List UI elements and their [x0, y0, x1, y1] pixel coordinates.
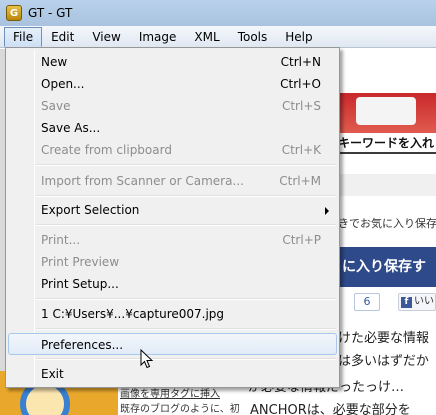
mouse-cursor-icon — [140, 349, 154, 369]
menu-separator — [36, 164, 336, 166]
menu-view[interactable]: View — [83, 27, 129, 47]
blue-heading: に入り保存す — [338, 247, 436, 287]
menu-item-label: Print Setup... — [41, 277, 119, 291]
menu-item-save-as[interactable]: Save As... — [8, 117, 337, 139]
menu-item-label: Print... — [41, 233, 81, 247]
menu-item-shortcut: Ctrl+P — [282, 233, 321, 247]
menu-item-export-selection[interactable]: Export Selection — [8, 199, 337, 221]
body-text-line: ANCHORは、必要な部分を — [250, 403, 411, 415]
menu-image[interactable]: Image — [130, 27, 186, 47]
menu-item-open[interactable]: Open... Ctrl+O — [8, 73, 337, 95]
banner-image — [338, 93, 436, 133]
divider — [338, 152, 436, 154]
menu-item-label: Save — [41, 99, 71, 113]
menu-item-label: New — [41, 55, 68, 69]
facebook-like-label: いい — [414, 296, 434, 307]
menu-item-label: Open... — [41, 77, 85, 91]
window-title: GT - GT — [28, 6, 73, 20]
body-text-line: は多いはずだか — [338, 354, 429, 369]
menu-item-shortcut: Ctrl+S — [281, 99, 321, 113]
menu-item-label: Exit — [41, 367, 64, 381]
camera-image — [356, 97, 416, 125]
menu-item-import-scanner: Import from Scanner or Camera... Ctrl+M — [8, 170, 337, 192]
menu-tools[interactable]: Tools — [229, 27, 277, 47]
menu-item-label: 1 C:¥Users¥...¥capture007.jpg — [41, 307, 225, 321]
menu-separator — [36, 328, 336, 330]
menu-item-label: Print Preview — [41, 255, 120, 269]
menu-edit[interactable]: Edit — [42, 27, 83, 47]
menu-item-save: Save Ctrl+S — [8, 95, 337, 117]
body-text-line: けた必要な情報 — [338, 331, 430, 346]
menu-separator — [36, 224, 336, 226]
menu-item-label: Export Selection — [41, 203, 140, 217]
menu-item-shortcut: Ctrl+N — [280, 55, 321, 69]
menu-separator — [36, 298, 336, 300]
menu-item-print-setup[interactable]: Print Setup... — [8, 273, 337, 295]
menu-item-new[interactable]: New Ctrl+N — [8, 51, 337, 73]
menu-item-shortcut: Ctrl+M — [279, 174, 321, 188]
share-count: 6 — [354, 293, 380, 311]
menu-file[interactable]: File — [4, 26, 43, 47]
menu-item-label: Save As... — [41, 121, 101, 135]
file-menu-dropdown: New Ctrl+N Open... Ctrl+O Save Ctrl+S Sa… — [5, 47, 340, 388]
app-icon: G — [6, 5, 22, 21]
gray-panel — [338, 174, 436, 196]
menu-item-preferences[interactable]: Preferences... — [8, 333, 337, 355]
submenu-arrow-icon — [325, 207, 329, 215]
page-headline: キーワードを入れ — [338, 136, 435, 150]
menu-xml[interactable]: XML — [185, 27, 228, 47]
facebook-icon: f — [401, 297, 412, 308]
menu-separator — [36, 358, 336, 360]
menu-item-shortcut: Ctrl+K — [281, 143, 321, 157]
menu-item-label: Create from clipboard — [41, 143, 172, 157]
title-bar: G GT - GT — [0, 0, 436, 26]
small-text: きでお気に入り保存 — [338, 217, 436, 230]
menu-item-shortcut: Ctrl+O — [280, 77, 321, 91]
menu-bar: File Edit View Image XML Tools Help — [0, 26, 436, 48]
menu-item-exit[interactable]: Exit — [8, 363, 337, 385]
menu-separator — [36, 195, 336, 197]
menu-help[interactable]: Help — [276, 27, 321, 47]
menu-item-create-from-clipboard: Create from clipboard Ctrl+K — [8, 139, 337, 161]
menu-item-label: Import from Scanner or Camera... — [41, 174, 244, 188]
facebook-like: f いい — [398, 293, 436, 311]
menu-item-recent-file[interactable]: 1 C:¥Users¥...¥capture007.jpg — [8, 303, 337, 325]
menu-item-label: Preferences... — [41, 338, 124, 352]
menu-item-print-preview: Print Preview — [8, 251, 337, 273]
caption-text: 既存のブログのように、初 — [120, 404, 240, 415]
menu-item-print: Print... Ctrl+P — [8, 229, 337, 251]
